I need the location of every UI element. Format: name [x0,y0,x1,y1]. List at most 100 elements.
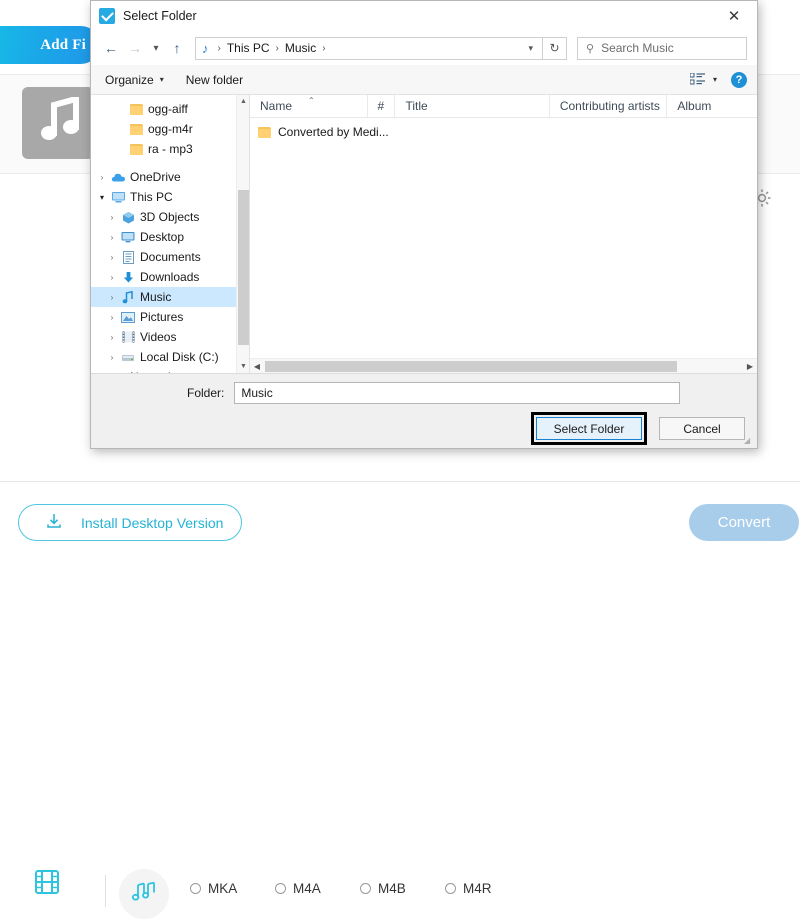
folder-field-label: Folder: [187,386,224,400]
tree-item-label: Videos [140,330,176,344]
dialog-button-row: Select Folder Cancel [531,412,745,445]
tree-item-this-pc[interactable]: ▾ This PC [91,187,249,207]
scrollbar-thumb[interactable] [238,190,249,345]
format-label: M4R [463,881,492,896]
breadcrumb-separator[interactable]: › [322,43,325,54]
music-note-icon [119,291,137,304]
help-icon[interactable]: ? [731,72,747,88]
chevron-down-icon[interactable]: ▼ [237,360,249,373]
column-header-album[interactable]: Album [667,95,757,118]
chevron-down-icon[interactable]: ▾ [95,193,109,202]
convert-button-label: Convert [718,514,771,531]
desktop-icon [119,231,137,243]
film-strip-icon[interactable] [34,869,60,900]
resize-grip-icon[interactable]: ◢ [744,436,754,446]
format-radio-mka[interactable]: MKA [190,881,275,896]
tree-item-desktop[interactable]: › Desktop [91,227,249,247]
add-files-button[interactable]: Add Fi [0,26,100,64]
chevron-right-icon[interactable]: › [105,273,119,282]
breadcrumb-item-this-pc[interactable]: This PC [225,41,272,55]
tree-item-onedrive[interactable]: › OneDrive [91,167,249,187]
tree-item-documents[interactable]: › Documents [91,247,249,267]
chevron-right-icon[interactable]: ▶ [743,359,757,374]
list-item[interactable]: Converted by Medi... [250,122,757,142]
folder-icon [127,104,145,115]
tree-item-music[interactable]: › Music [91,287,249,307]
chevron-right-icon[interactable]: › [105,353,119,362]
file-list-horizontal-scrollbar[interactable]: ◀ ▶ [250,358,757,373]
format-radio-m4a[interactable]: M4A [275,881,360,896]
tree-item-ogg-m4r[interactable]: ogg-m4r [91,119,249,139]
organize-menu-button[interactable]: Organize ▾ [105,73,164,87]
breadcrumb[interactable]: ♪ › This PC › Music › ▾ [195,37,543,60]
scrollbar-thumb[interactable] [265,361,677,372]
back-icon[interactable]: ← [99,36,123,60]
breadcrumb-item-music[interactable]: Music [283,41,318,55]
close-icon[interactable]: ✕ [711,1,757,31]
chevron-left-icon[interactable]: ◀ [250,359,264,374]
cancel-label: Cancel [683,422,720,436]
format-radio-m4r[interactable]: M4R [445,881,530,896]
refresh-icon[interactable]: ↻ [543,37,567,60]
breadcrumb-chevron-down-icon[interactable]: ▾ [523,43,538,54]
dialog-footer: Folder: Music Select Folder Cancel ◢ [91,374,757,448]
folder-name-value: Music [241,386,272,400]
column-header-contributing-artists[interactable]: Contributing artists [550,95,668,118]
tree-item-label: Documents [140,250,201,264]
install-button-label: Install Desktop Version [81,515,223,531]
format-label: MKA [208,881,237,896]
chevron-up-icon[interactable]: ▲ [237,95,249,108]
cancel-button[interactable]: Cancel [659,417,745,440]
tree-item-network[interactable]: › Network [91,367,249,373]
format-radio-m4b[interactable]: M4B [360,881,445,896]
format-label: M4A [293,881,321,896]
list-item-name: Converted by Medi... [278,125,389,139]
tree-vertical-scrollbar[interactable]: ▲ ▼ [236,95,249,373]
videos-icon [119,331,137,343]
select-folder-button[interactable]: Select Folder [536,417,642,440]
view-list-icon[interactable]: ▾ [690,73,717,86]
select-folder-dialog: Select Folder ✕ ← → ▾ ↑ ♪ › This PC › Mu… [90,0,758,449]
chevron-right-icon[interactable]: › [105,333,119,342]
tree-item-3d-objects[interactable]: › 3D Objects [91,207,249,227]
dialog-toolbar: Organize ▾ New folder ▾ ? [91,65,757,95]
column-header-title[interactable]: Title [395,95,549,118]
new-folder-button[interactable]: New folder [186,73,243,87]
new-folder-label: New folder [186,73,243,87]
checkmark-app-icon [99,8,115,24]
install-desktop-version-button[interactable]: Install Desktop Version [18,504,242,541]
file-list-pane: Name ⌃ # Title Contributing artists Albu… [249,95,757,373]
chevron-right-icon[interactable]: › [105,293,119,302]
chevron-right-icon[interactable]: › [95,373,109,374]
column-label: Contributing artists [560,99,660,113]
tree-item-videos[interactable]: › Videos [91,327,249,347]
up-icon[interactable]: ↑ [165,36,189,60]
column-label: Name [260,99,292,113]
column-header-name[interactable]: Name ⌃ [250,95,368,118]
tree-item-local-disk-c[interactable]: › Local Disk (C:) [91,347,249,367]
scrollbar-track[interactable] [264,359,743,374]
column-label: # [378,99,385,113]
3d-objects-icon [119,211,137,224]
dialog-titlebar[interactable]: Select Folder ✕ [91,1,757,31]
chevron-right-icon[interactable]: › [95,173,109,182]
folder-name-input[interactable]: Music [234,382,680,404]
tree-item-ra-mp3[interactable]: ra - mp3 [91,139,249,159]
chevron-right-icon[interactable]: › [105,213,119,222]
recent-locations-chevron-down-icon[interactable]: ▾ [147,36,165,60]
tree-item-downloads[interactable]: › Downloads [91,267,249,287]
format-label: M4B [378,881,406,896]
breadcrumb-separator: › [276,43,279,54]
chevron-right-icon[interactable]: › [105,253,119,262]
tree-item-ogg-aiff[interactable]: ogg-aiff [91,99,249,119]
disk-icon [119,351,137,363]
chevron-right-icon[interactable]: › [105,233,119,242]
tree-item-pictures[interactable]: › Pictures [91,307,249,327]
search-input[interactable]: ⚲ Search Music [577,37,747,60]
radio-indicator [190,883,201,894]
audio-format-tab[interactable] [119,869,169,919]
folder-icon [127,144,145,155]
convert-button[interactable]: Convert [689,504,799,541]
chevron-right-icon[interactable]: › [105,313,119,322]
column-header-track-number[interactable]: # [368,95,396,118]
